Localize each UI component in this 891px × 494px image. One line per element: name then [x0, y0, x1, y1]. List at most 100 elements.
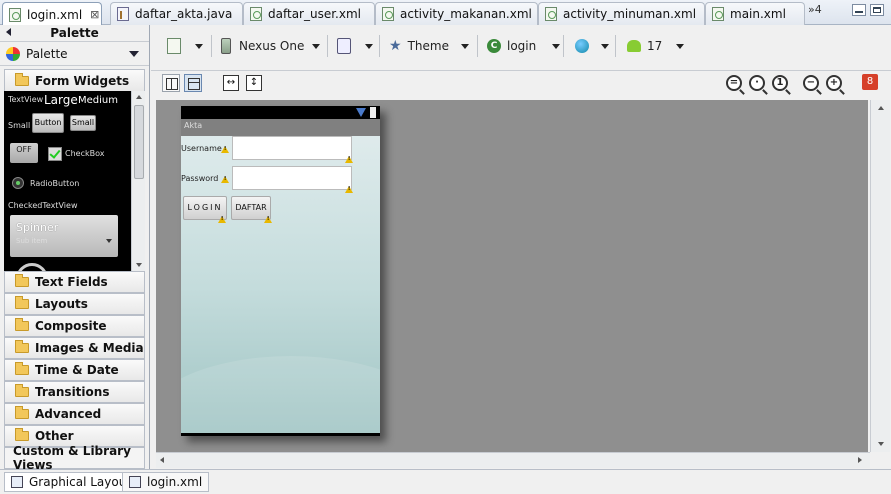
zoom-real-size-icon[interactable]: · — [749, 75, 765, 91]
scroll-down-icon[interactable] — [136, 263, 142, 267]
maximize-icon[interactable] — [870, 4, 884, 16]
scroll-down-icon[interactable] — [878, 442, 884, 446]
signal-icon — [356, 108, 366, 117]
chevron-down-icon[interactable] — [129, 51, 139, 57]
collapse-arrow-icon[interactable] — [6, 28, 11, 36]
palette-icon — [6, 46, 20, 61]
fit-height-icon[interactable]: ↕ — [246, 75, 262, 91]
tab-label: login.xml — [27, 7, 83, 22]
category-images-media[interactable]: Images & Media — [4, 337, 145, 359]
checkbox-icon[interactable] — [48, 147, 62, 161]
zoom-100-icon[interactable]: 1 — [772, 75, 788, 91]
custom-library-views[interactable]: Custom & Library Views — [4, 444, 145, 472]
device-action-bar: Akta — [181, 119, 380, 136]
chevron-down-icon[interactable] — [312, 43, 321, 49]
category-composite[interactable]: Composite — [4, 315, 145, 337]
split-layout-button[interactable] — [162, 74, 180, 92]
lint-warnings-badge[interactable]: 8 — [862, 74, 878, 90]
password-field[interactable] — [232, 166, 352, 190]
widget-large-text[interactable]: Large — [44, 93, 78, 107]
category-advanced[interactable]: Advanced — [4, 403, 145, 425]
chevron-down-icon[interactable] — [676, 43, 685, 49]
scroll-up-icon[interactable] — [136, 95, 142, 99]
widget-button[interactable]: Button — [32, 113, 64, 133]
tab-daftar-user-xml[interactable]: daftar_user.xml — [243, 2, 375, 25]
tab-label: activity_makanan.xml — [400, 7, 532, 21]
palette-panel: Palette Palette Form Widgets TextView La… — [0, 25, 150, 472]
configuration-dropdown[interactable] — [167, 36, 203, 56]
widget-progress-circle[interactable] — [16, 263, 48, 271]
widget-small-button[interactable]: Small — [70, 115, 96, 131]
tab-main-xml[interactable]: main.xml — [705, 2, 805, 25]
category-layouts[interactable]: Layouts — [4, 293, 145, 315]
folder-icon — [15, 318, 29, 331]
canvas-vertical-scrollbar[interactable] — [870, 100, 890, 452]
tab-graphical-layout[interactable]: Graphical Layout — [4, 472, 139, 492]
username-field[interactable] — [232, 136, 352, 160]
palette-selector[interactable]: Palette — [0, 42, 149, 66]
spinner-arrow-icon — [106, 239, 112, 243]
toolbar-divider — [563, 35, 564, 57]
scroll-up-icon[interactable] — [878, 106, 884, 110]
username-label[interactable]: Username — [181, 144, 222, 153]
fit-width-icon[interactable]: ↔ — [223, 75, 239, 91]
widget-textview[interactable]: TextView — [8, 95, 43, 104]
star-icon: ★ — [389, 38, 402, 54]
widget-small-text[interactable]: Small — [8, 121, 30, 130]
radio-button-icon[interactable] — [12, 177, 24, 189]
chevron-down-icon[interactable] — [195, 43, 203, 49]
category-label: Composite — [35, 319, 107, 333]
category-form-widgets[interactable]: Form Widgets — [4, 69, 145, 91]
zoom-out-icon[interactable]: − — [803, 75, 819, 91]
api-level-dropdown[interactable]: 17 — [627, 36, 685, 56]
locale-dropdown[interactable] — [575, 36, 609, 56]
layout-canvas[interactable]: Akta Username Password LOGIN DAFTAR — [156, 100, 868, 452]
widget-radio-label[interactable]: RadioButton — [30, 179, 79, 188]
minimize-icon[interactable] — [852, 4, 866, 16]
more-tabs-button[interactable]: »4 — [808, 3, 822, 16]
folder-icon — [15, 362, 29, 375]
widget-checked-textview[interactable]: CheckedTextView — [8, 201, 78, 210]
device-dropdown[interactable]: Nexus One — [221, 36, 321, 56]
activity-dropdown[interactable]: C login — [487, 36, 561, 56]
device-app-title: Akta — [184, 121, 203, 130]
widget-checkbox-label[interactable]: CheckBox — [65, 149, 104, 158]
tab-activity-makanan-xml[interactable]: activity_makanan.xml — [375, 2, 538, 25]
category-text-fields[interactable]: Text Fields — [4, 271, 145, 293]
theme-dropdown[interactable]: ★ Theme — [389, 36, 469, 56]
folder-icon — [15, 428, 29, 441]
close-icon[interactable]: ⊠ — [90, 8, 99, 21]
scroll-thumb[interactable] — [134, 105, 144, 179]
tab-login-xml[interactable]: login.xml ⊠ — [2, 2, 102, 26]
chevron-down-icon[interactable] — [365, 43, 373, 49]
scroll-left-icon[interactable] — [160, 457, 164, 463]
orientation-dropdown[interactable] — [337, 36, 373, 56]
battery-icon — [370, 107, 376, 118]
chevron-down-icon[interactable] — [460, 43, 469, 49]
palette-header[interactable]: Palette — [0, 25, 149, 42]
canvas-horizontal-scrollbar[interactable] — [156, 452, 870, 468]
widget-toggle-button[interactable]: OFF — [10, 143, 38, 163]
toolbar-divider — [477, 35, 478, 57]
zoom-fit-icon[interactable]: = — [726, 75, 742, 91]
chevron-down-icon[interactable] — [601, 43, 609, 49]
zoom-in-icon[interactable]: + — [826, 75, 842, 91]
category-label: Other — [35, 429, 74, 443]
warning-icon — [345, 186, 353, 193]
widget-medium-text[interactable]: Medium — [78, 95, 118, 106]
toolbar-divider — [615, 35, 616, 57]
category-label: Transitions — [35, 385, 110, 399]
category-transitions[interactable]: Transitions — [4, 381, 145, 403]
stacked-layout-button[interactable] — [184, 74, 202, 92]
warning-icon — [221, 146, 229, 153]
folder-icon — [15, 384, 29, 397]
warning-icon — [345, 156, 353, 163]
chevron-down-icon[interactable] — [552, 43, 561, 49]
scroll-right-icon[interactable] — [858, 457, 862, 463]
password-label[interactable]: Password — [181, 174, 218, 183]
tab-activity-minuman-xml[interactable]: activity_minuman.xml — [538, 2, 705, 25]
category-time-date[interactable]: Time & Date — [4, 359, 145, 381]
palette-scrollbar[interactable] — [131, 91, 145, 271]
tab-daftar-akta-java[interactable]: daftar_akta.java — [110, 2, 243, 25]
tab-xml-source[interactable]: login.xml — [122, 472, 210, 492]
